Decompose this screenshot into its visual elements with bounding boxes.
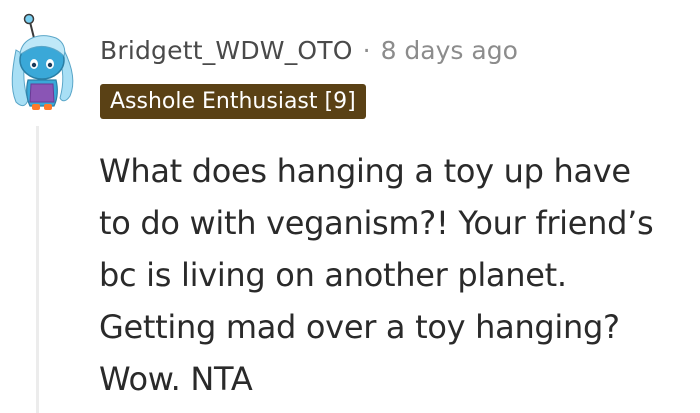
snoo-avatar-icon xyxy=(11,13,74,110)
comment: Bridgett_WDW_OTO · 8 days ago Asshole En… xyxy=(0,0,700,413)
thread-collapse-line[interactable] xyxy=(36,126,39,413)
comment-body: What does hanging a toy up have to do wi… xyxy=(99,145,699,405)
separator-dot: · xyxy=(362,35,371,65)
comment-header: Bridgett_WDW_OTO · 8 days ago xyxy=(100,30,518,70)
username-link[interactable]: Bridgett_WDW_OTO xyxy=(100,36,353,65)
timestamp-link[interactable]: 8 days ago xyxy=(381,36,518,65)
avatar[interactable] xyxy=(4,10,80,112)
comment-body-line: to do with veganism?! Your friend’s xyxy=(99,204,654,242)
comment-body-line: What does hanging a toy up have xyxy=(99,152,631,190)
comment-body-line: Getting mad over a toy hanging? xyxy=(99,308,620,346)
comment-body-line: Wow. NTA xyxy=(99,360,253,398)
user-flair-badge: Asshole Enthusiast [9] xyxy=(100,84,366,119)
comment-body-line: bc is living on another planet. xyxy=(99,256,567,294)
